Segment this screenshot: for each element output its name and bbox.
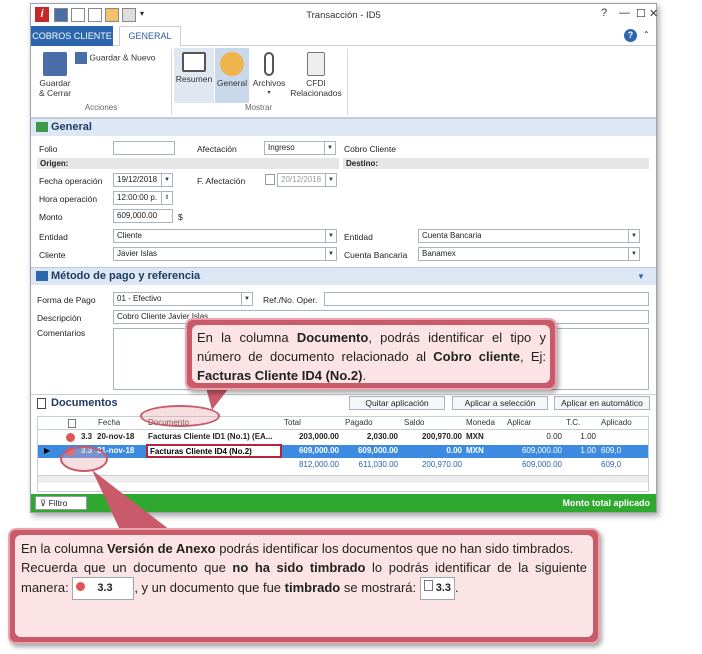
timbrado-icon	[423, 580, 433, 591]
version-anexo-callout: En la columna Versión de Anexo podrás id…	[8, 528, 600, 644]
version-anexo-callout-text: En la columna Versión de Anexo podrás id…	[15, 535, 593, 637]
no-timbrado-icon	[76, 582, 86, 591]
no-timbrado-stamp: 3.3	[72, 577, 135, 600]
timbrado-stamp: 3.3	[419, 577, 456, 600]
documento-callout-text: En la columna Documento, podrás identifi…	[192, 325, 550, 383]
documento-callout: En la columna Documento, podrás identifi…	[185, 318, 557, 390]
bottom-callout-tail	[92, 470, 170, 530]
